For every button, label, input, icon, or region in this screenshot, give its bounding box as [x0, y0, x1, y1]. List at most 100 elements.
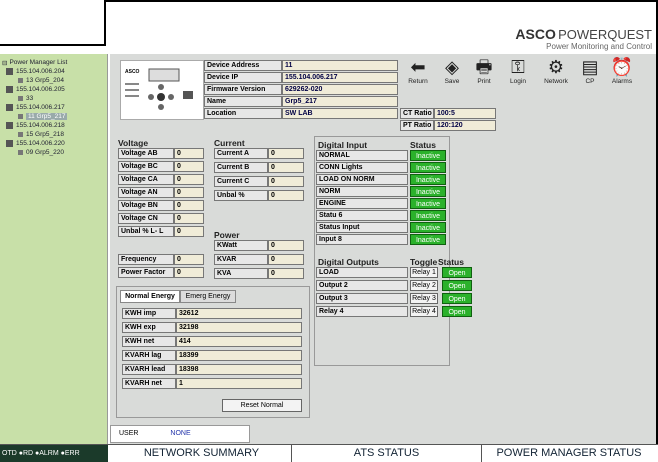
toolbar-save-button[interactable]: ◈ Save [434, 56, 470, 92]
tree-item-label: 11 Grp5_217 [26, 113, 68, 120]
tab-network-summary[interactable]: NETWORK SUMMARY [112, 445, 292, 462]
tree-item[interactable]: 33 [2, 94, 105, 103]
svg-text:ASCO: ASCO [125, 69, 140, 75]
voltage-value: 0 [174, 200, 204, 211]
tree-item[interactable]: 155.104.006.217 [2, 103, 105, 112]
voltage-value: 0 [174, 213, 204, 224]
asco-logo: ASCO POWERQUEST Power Monitoring and Con… [515, 26, 652, 51]
tree-item[interactable]: 155.104.006.205 [2, 85, 105, 94]
toolbar-print-button[interactable]: 🖶 Print [466, 56, 502, 92]
relay-toggle-button[interactable]: Relay 2 [410, 280, 438, 291]
tab-power-manager-status[interactable]: POWER MANAGER STATUS [482, 445, 656, 462]
frame-line [0, 44, 104, 46]
toolbar-login-button[interactable]: ⚿ Login [500, 56, 536, 92]
toolbar-label: Login [510, 78, 526, 85]
voltage-value: 0 [174, 187, 204, 198]
energy-label: KVARH lead [122, 364, 176, 375]
digital-input-status: Inactive [410, 162, 446, 173]
tree-item[interactable]: 11 Grp5_217 [2, 112, 105, 121]
power-manager-tree[interactable]: ⊟ Power Manager List 155.104.006.204 13 Gr… [0, 54, 108, 444]
voltage-label: Unbal % L- L [118, 226, 174, 237]
ats-icon [6, 68, 13, 75]
tree-item[interactable]: 155.104.006.220 [2, 139, 105, 148]
tab-ats-status[interactable]: ATS STATUS [292, 445, 482, 462]
digital-input-label: CONN Lights [316, 162, 408, 173]
digital-output-label: Relay 4 [316, 306, 408, 317]
device-field-value: Grp5_217 [282, 96, 398, 107]
tree-item[interactable]: 155.104.006.204 [2, 67, 105, 76]
ats-icon [6, 122, 13, 129]
energy-label: KVARH net [122, 378, 176, 389]
pt-ratio-label: PT Ratio [400, 120, 434, 131]
logo-product: POWERQUEST [558, 27, 652, 42]
digital-input-label: NORM [316, 186, 408, 197]
device-field-value: 629262-020 [282, 84, 398, 95]
tab-emerg-energy[interactable]: Emerg Energy [180, 290, 236, 303]
voltage-label: Voltage AN [118, 187, 174, 198]
save-icon: ◈ [445, 57, 459, 77]
user-bar: USER NONE [110, 425, 250, 443]
digital-output-label: Output 3 [316, 293, 408, 304]
relay-toggle-button[interactable]: Relay 3 [410, 293, 438, 304]
energy-value: 414 [176, 336, 302, 347]
ct-ratio-label: CT Ratio [400, 108, 434, 119]
digital-output-title: Digital Outputs [318, 257, 379, 267]
user-label: USER [119, 430, 139, 437]
logo-brand: ASCO [515, 26, 556, 42]
device-icon [18, 150, 23, 155]
toolbar-cp-button[interactable]: ▤ CP [572, 56, 608, 92]
bottom-bar: OTD ●RD ●ALRM ●ERR NETWORK SUMMARY ATS S… [0, 444, 658, 462]
device-field-value: 155.104.006.217 [282, 72, 398, 83]
digital-input-status: Inactive [410, 222, 446, 233]
power-value: 0 [268, 254, 304, 265]
alarm-clock-icon: ⏰ [610, 57, 634, 77]
tree-item[interactable]: 15 Grp5_218 [2, 130, 105, 139]
current-label: Current C [214, 176, 268, 187]
energy-label: KWH exp [122, 322, 176, 333]
tree-item[interactable]: 155.104.006.218 [2, 121, 105, 130]
ct-ratio-value: 100:5 [434, 108, 496, 119]
login-icon: ⚿ [511, 57, 525, 77]
tree-root-label: Power Manager List [9, 59, 68, 66]
energy-value: 1 [176, 378, 302, 389]
voltage-label: Voltage CA [118, 174, 174, 185]
voltage-value: 0 [174, 226, 204, 237]
power-label: KVA [214, 268, 268, 279]
digital-input-label: ENGINE [316, 198, 408, 209]
tree-item[interactable]: 09 Grp5_220 [2, 148, 105, 157]
toolbar-alarms-button[interactable]: ⏰ Alarms [604, 56, 640, 92]
relay-toggle-button[interactable]: Relay 4 [410, 306, 438, 317]
toolbar-label: Save [444, 78, 460, 85]
tab-normal-energy[interactable]: Normal Energy [120, 290, 180, 303]
digital-input-title: Digital Input [318, 140, 368, 150]
toolbar-return-button[interactable]: ⬅ Return [400, 56, 436, 92]
frequency-value: 0 [174, 254, 204, 265]
cp-icon: ▤ [581, 57, 599, 77]
tree-root[interactable]: ⊟ Power Manager List [2, 58, 105, 67]
tree-item-label: 15 Grp5_218 [26, 131, 64, 138]
toolbar-network-button[interactable]: ⚙ Network [538, 56, 574, 92]
user-value: NONE [170, 430, 191, 437]
logo-subtitle: Power Monitoring and Control [546, 42, 652, 51]
digital-output-label: Output 2 [316, 280, 408, 291]
pt-ratio-value: 120:120 [434, 120, 496, 131]
digital-output-status: Open [442, 267, 472, 278]
device-field-label: Device IP [204, 72, 282, 83]
device-icon [18, 114, 23, 119]
relay-toggle-button[interactable]: Relay 1 [410, 267, 438, 278]
tree-item-label: 155.104.006.205 [16, 86, 65, 93]
voltage-label: Voltage BC [118, 161, 174, 172]
device-field-label: Device Address [204, 60, 282, 71]
digital-input-status: Inactive [410, 150, 446, 161]
power-factor-label: Power Factor [118, 267, 174, 278]
device-icon [18, 78, 23, 83]
digital-output-status: Open [442, 280, 472, 291]
reset-normal-button[interactable]: Reset Normal [222, 399, 302, 412]
tree-item[interactable]: 13 Grp5_204 [2, 76, 105, 85]
voltage-value: 0 [174, 148, 204, 159]
digital-input-label: NORMAL [316, 150, 408, 161]
current-value: 0 [268, 176, 304, 187]
ats-icon [6, 140, 13, 147]
current-label: Unbal % [214, 190, 268, 201]
current-value: 0 [268, 148, 304, 159]
